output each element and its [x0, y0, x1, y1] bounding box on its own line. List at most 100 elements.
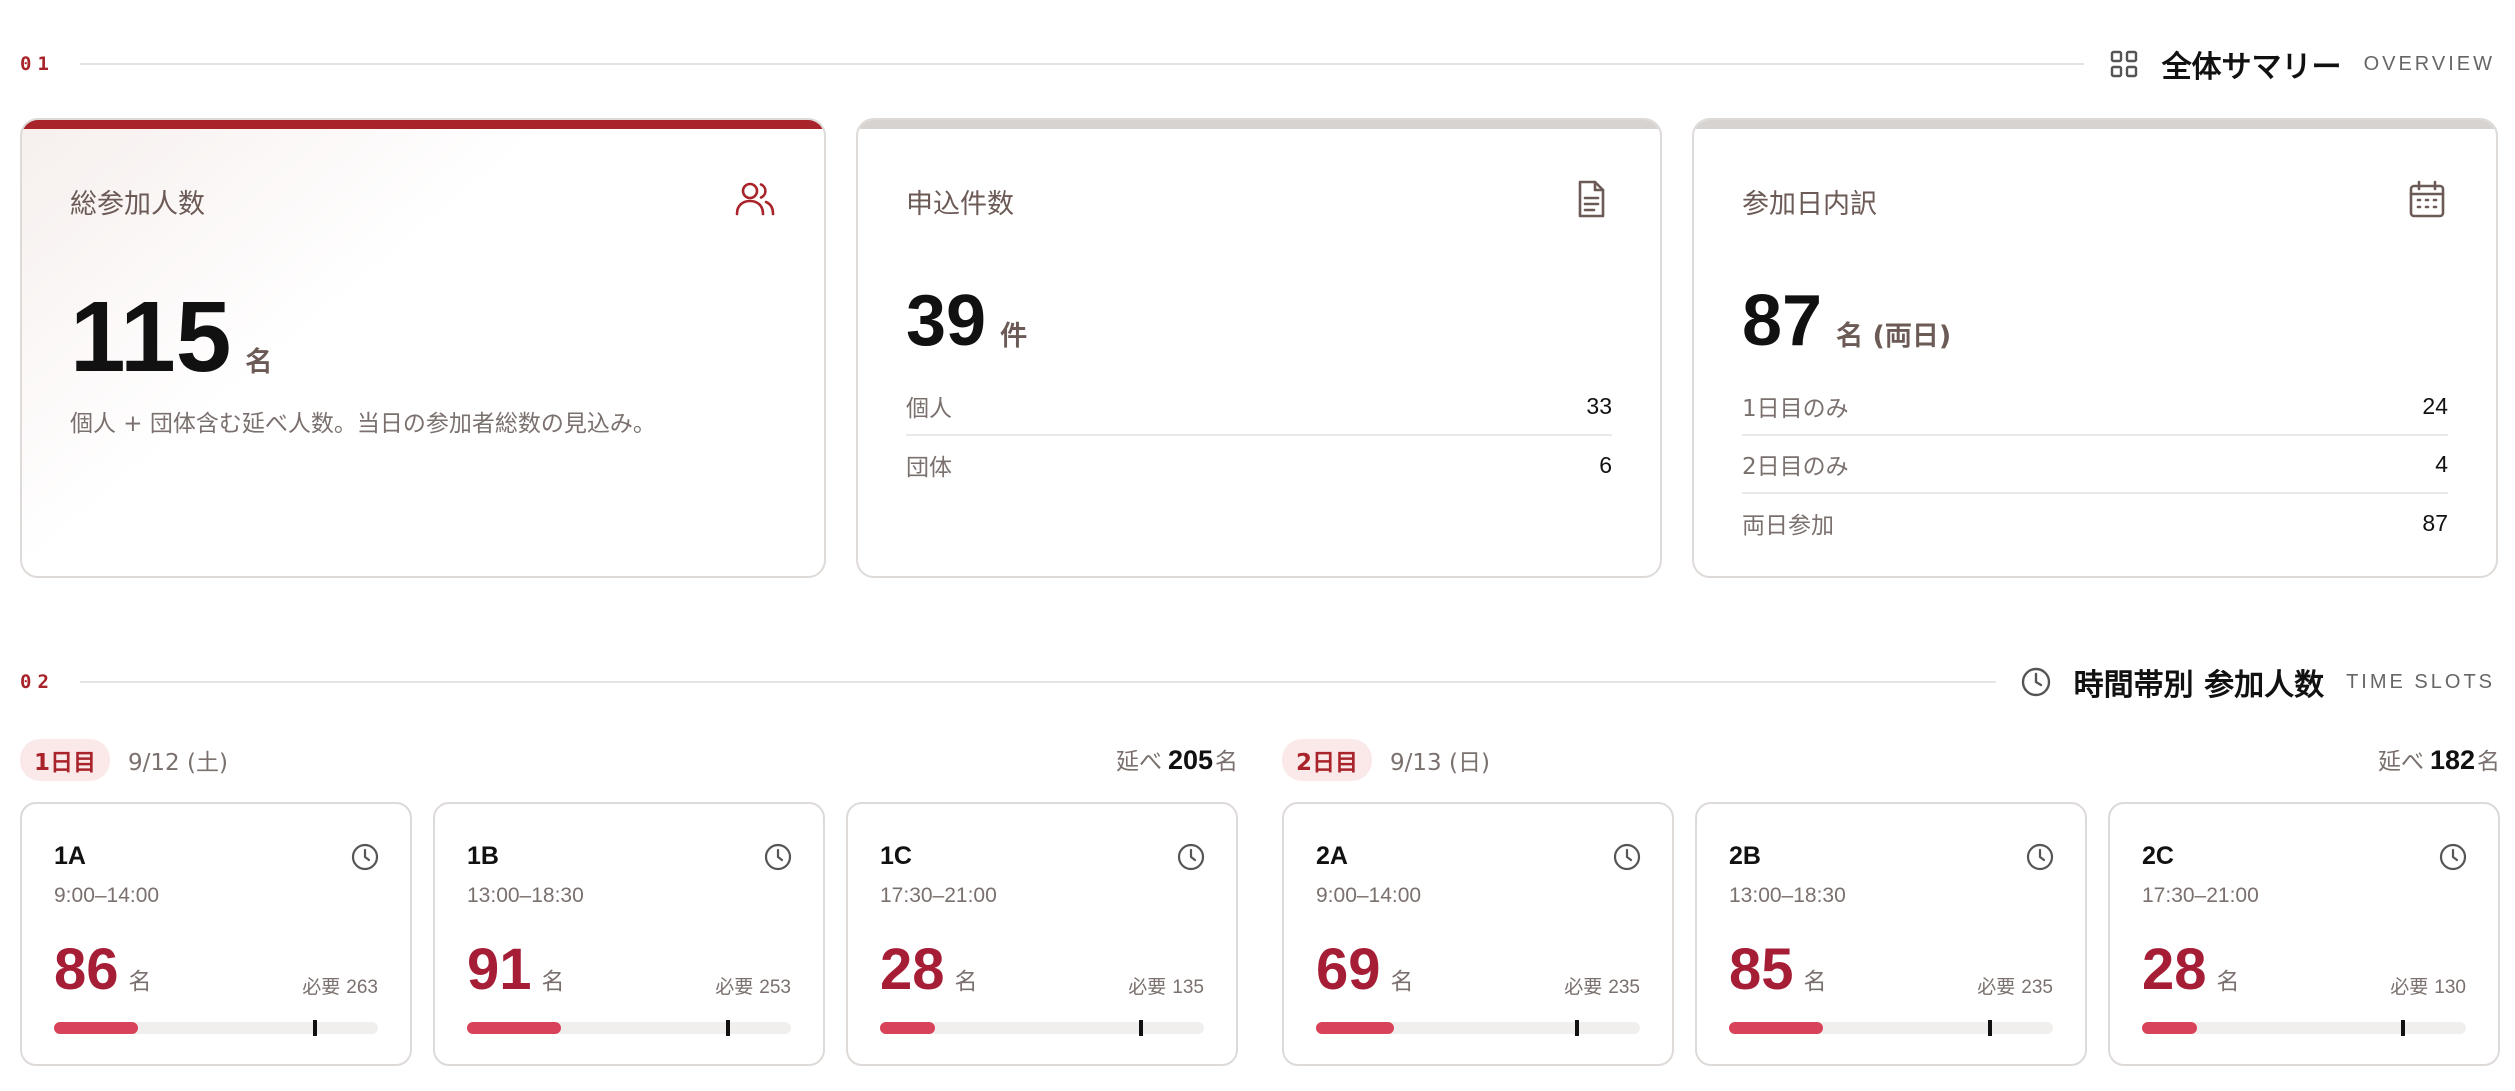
grid-icon: [2108, 48, 2140, 80]
progress-fill: [1729, 1022, 1823, 1034]
row-label: 両日参加: [1742, 513, 1834, 539]
required-value: 135: [1172, 977, 1204, 998]
day2-header: 2日目 9/13 (日): [1282, 739, 1490, 781]
section-divider: [80, 63, 2084, 65]
unit-label: 件: [1000, 321, 1028, 352]
total-value: 205: [1167, 745, 1213, 775]
slot-unit: 名: [1803, 969, 1827, 995]
row-label: 1日目のみ: [1742, 396, 1849, 422]
section-divider: [80, 681, 1996, 683]
row-value: 4: [2435, 450, 2448, 477]
row-value: 33: [1586, 392, 1612, 419]
progress-fill: [2142, 1022, 2198, 1034]
applications-value: 39: [906, 281, 987, 361]
slot-count: 28: [880, 937, 945, 1002]
section-overview-header: 01 全体サマリー OVERVIEW: [20, 44, 2495, 85]
section-timeslots-header: 02 時間帯別 参加人数 TIME SLOTS: [20, 662, 2495, 703]
target-marker: [313, 1020, 318, 1036]
target-marker: [726, 1020, 731, 1036]
slot-required: 必要 263: [302, 972, 378, 999]
time-slot-card: 1A 9:00–14:00 86 名 必要 263: [20, 802, 412, 1066]
day2-total: 延べ 182 名: [2378, 740, 2500, 780]
day-badge: 2日目: [1282, 739, 1373, 781]
row-label: 団体: [906, 455, 952, 481]
slot-name: 1A: [54, 842, 86, 870]
slot-count: 28: [2142, 937, 2207, 1002]
slot-unit: 名: [541, 969, 565, 995]
card-label: 総参加人数: [70, 189, 205, 220]
card-label: 参加日内訳: [1742, 189, 1877, 220]
progress-bar: [467, 1020, 791, 1036]
slot-time: 9:00–14:00: [1316, 884, 1422, 907]
section-subtitle: TIME SLOTS: [2346, 670, 2495, 693]
unit-label: 名: [245, 347, 273, 378]
breakdown-row: 2日目のみ 4: [1742, 436, 2448, 494]
section-title: 全体サマリー: [2161, 50, 2342, 85]
required-value: 263: [346, 977, 378, 998]
time-slot-card: 2C 17:30–21:00 28 名 必要 130: [2108, 802, 2500, 1066]
both-days-value: 87: [1742, 281, 1823, 361]
document-icon: [1570, 178, 1612, 220]
users-icon: [734, 178, 776, 220]
card-label: 申込件数: [906, 189, 1014, 220]
total-prefix: 延べ: [2377, 749, 2424, 775]
required-label: 必要: [1564, 976, 1603, 998]
slot-required: 必要 130: [2390, 972, 2466, 999]
unit-label: 名 (両日): [1836, 321, 1952, 352]
progress-bar: [1316, 1020, 1640, 1036]
slot-name: 2A: [1316, 842, 1348, 870]
total-unit: 名: [2477, 749, 2500, 775]
day1-header: 1日目 9/12 (土): [20, 739, 228, 781]
time-slot-card: 1C 17:30–21:00 28 名 必要 135: [846, 802, 1238, 1066]
applications-value-row: 39 件: [906, 280, 1027, 362]
slot-time: 17:30–21:00: [2142, 884, 2259, 907]
time-slot-card: 2B 13:00–18:30 85 名 必要 235: [1695, 802, 2087, 1066]
progress-fill: [880, 1022, 936, 1034]
row-value: 6: [1599, 451, 1612, 478]
row-value: 87: [2422, 509, 2448, 536]
slot-time: 9:00–14:00: [54, 884, 160, 907]
clock-icon: [2020, 666, 2052, 698]
target-marker: [1139, 1020, 1144, 1036]
slot-count: 85: [1729, 937, 1794, 1002]
required-label: 必要: [1128, 976, 1167, 998]
slot-count-row: 69 名: [1316, 936, 1414, 1003]
target-marker: [2401, 1020, 2406, 1036]
days-breakdown: 1日目のみ 24 2日目のみ 4 両日参加 87: [1742, 378, 2448, 552]
total-value-row: 115 名: [70, 280, 272, 395]
slot-count-row: 28 名: [880, 936, 978, 1003]
breakdown-row: 両日参加 87: [1742, 494, 2448, 552]
total-value: 182: [2429, 745, 2475, 775]
required-value: 235: [1608, 977, 1640, 998]
clock-icon: [2438, 842, 2468, 872]
breakdown-row: 1日目のみ 24: [1742, 378, 2448, 436]
slot-count-row: 91 名: [467, 936, 565, 1003]
days-value-row: 87 名 (両日): [1742, 280, 1951, 362]
slot-unit: 名: [954, 969, 978, 995]
slot-name: 1B: [467, 842, 499, 870]
clock-icon: [1176, 842, 1206, 872]
section-number: 01: [20, 53, 55, 75]
slot-count-row: 28 名: [2142, 936, 2240, 1003]
progress-bar: [2142, 1020, 2466, 1036]
slot-count: 86: [54, 937, 119, 1002]
calendar-icon: [2406, 178, 2448, 220]
slot-required: 必要 253: [715, 972, 791, 999]
section-subtitle: OVERVIEW: [2363, 52, 2495, 75]
progress-bar: [1729, 1020, 2053, 1036]
total-prefix: 延べ: [1115, 749, 1162, 775]
slot-count-row: 85 名: [1729, 936, 1827, 1003]
required-value: 235: [2021, 977, 2053, 998]
target-marker: [1575, 1020, 1580, 1036]
clock-icon: [763, 842, 793, 872]
progress-fill: [54, 1022, 139, 1034]
card-note: 個人 + 団体含む延べ人数。当日の参加者総数の見込み。: [70, 411, 656, 437]
progress-fill: [467, 1022, 561, 1034]
required-label: 必要: [1977, 976, 2016, 998]
slot-name: 2C: [2142, 842, 2174, 870]
slot-unit: 名: [2216, 969, 2240, 995]
clock-icon: [1612, 842, 1642, 872]
required-label: 必要: [302, 976, 341, 998]
slot-required: 必要 235: [1564, 972, 1640, 999]
breakdown-row: 団体 6: [906, 436, 1612, 494]
